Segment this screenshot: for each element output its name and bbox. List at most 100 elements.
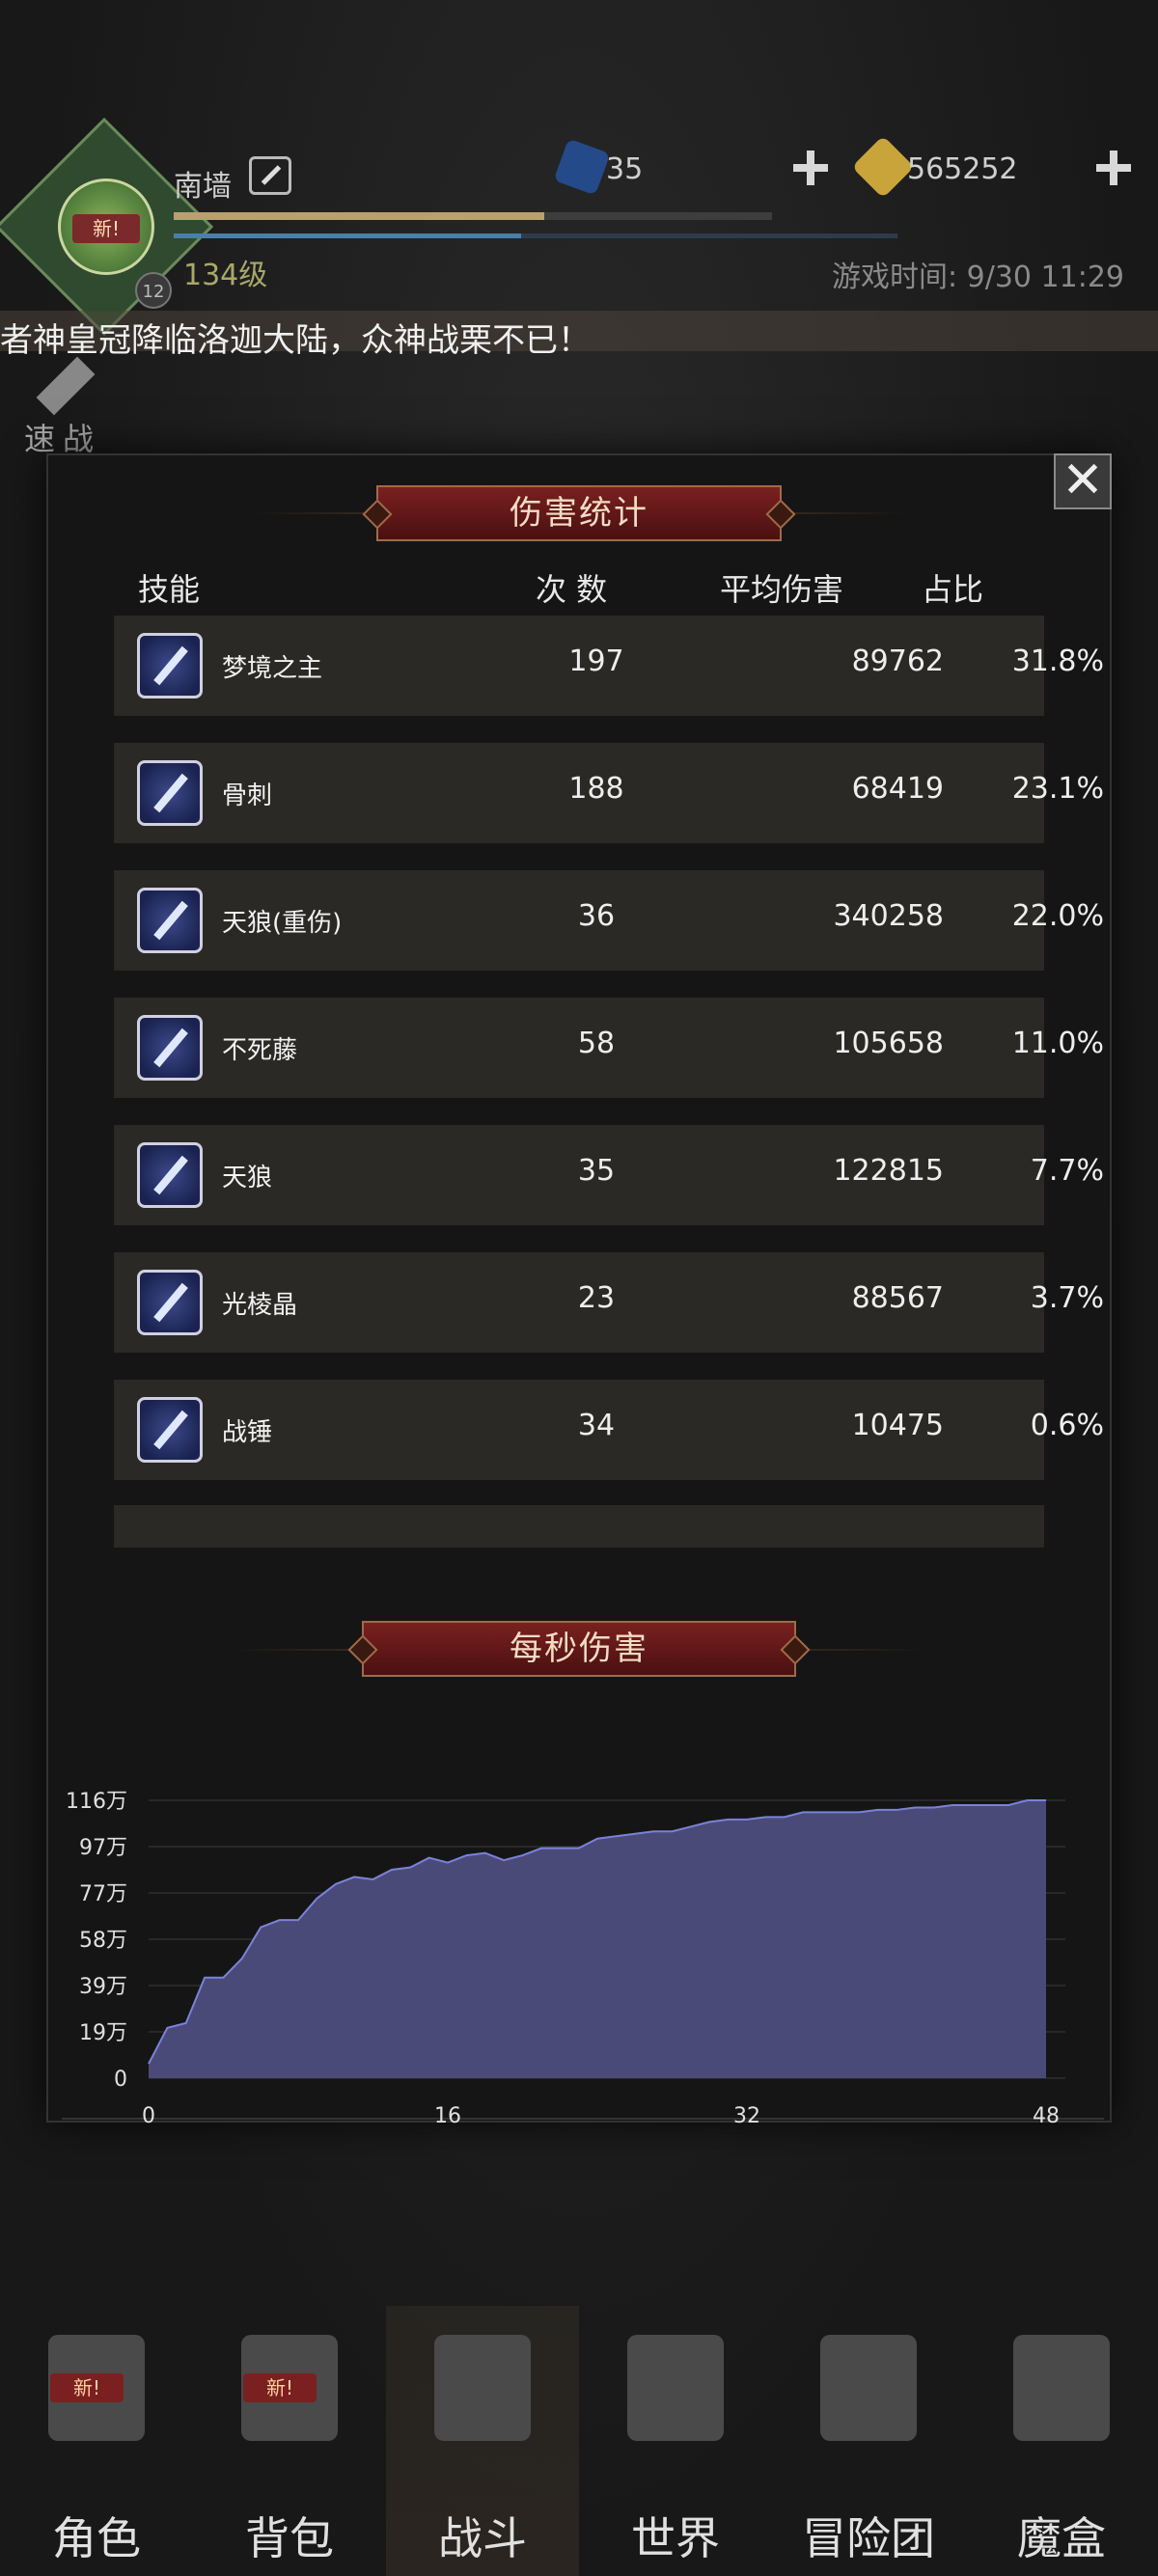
nav-label: 战斗	[438, 2512, 527, 2564]
skill-row-partial	[114, 1505, 1044, 1548]
player-name: 南墙	[174, 170, 232, 204]
nav-item-backpack[interactable]: 新! 背包	[193, 2306, 386, 2576]
column-header-skill: 技能	[138, 571, 201, 608]
crystal-icon	[137, 1270, 203, 1335]
x-tick-label: 48	[1033, 2104, 1060, 2128]
skill-row: 骨刺 188 68419 23.1%	[114, 743, 1104, 843]
gold-count: 565252	[907, 152, 1018, 186]
skill-name: 不死藤	[222, 1036, 298, 1065]
skill-row: 梦境之主 197 89762 31.8%	[114, 616, 1104, 716]
xp-bar-fill	[174, 212, 545, 220]
sword-icon	[137, 1397, 203, 1463]
nav-item-world[interactable]: 世界	[579, 2306, 772, 2576]
avatar-level-badge: 12	[135, 272, 172, 309]
dps-area	[149, 1800, 1046, 2078]
x-tick-label: 0	[142, 2104, 155, 2128]
player-level: 134级	[183, 259, 268, 292]
gem-count: 35	[606, 152, 644, 186]
player-header: 新! 12 南墙 134级 35 565252 游戏时间: 9/30 11:29…	[0, 0, 1158, 457]
column-header-pct: 占比	[922, 571, 984, 608]
skill-count: 23	[577, 1281, 616, 1315]
skill-name: 战锤	[222, 1418, 273, 1447]
shield-sword-icon	[434, 2335, 531, 2441]
y-tick-label: 19万	[79, 2021, 127, 2045]
skill-row: 不死藤 58 105658 11.0%	[114, 998, 1104, 1098]
skill-percent: 23.1%	[1011, 772, 1104, 806]
skill-percent: 22.0%	[1011, 899, 1104, 933]
skill-name: 光棱晶	[222, 1291, 298, 1320]
castle-icon	[820, 2335, 917, 2441]
vine-icon	[137, 1015, 203, 1081]
quick-battle-icon[interactable]	[29, 347, 116, 415]
map-icon	[627, 2335, 724, 2441]
x-tick-label: 32	[733, 2104, 760, 2128]
nav-label: 背包	[245, 2512, 334, 2564]
nav-item-character[interactable]: 新! 角色	[0, 2306, 193, 2576]
skill-avg-damage: 105658	[833, 1027, 944, 1060]
nav-item-battle[interactable]: 战斗	[386, 2306, 579, 2576]
skill-count: 188	[568, 772, 624, 806]
skill-row: 光棱晶 23 88567 3.7%	[114, 1252, 1104, 1353]
game-time: 游戏时间: 9/30 11:29	[831, 260, 1124, 294]
skill-row: 战锤 34 10475 0.6%	[114, 1380, 1104, 1480]
skill-row: 天狼(重伤) 36 340258 22.0%	[114, 870, 1104, 971]
skill-avg-damage: 89762	[851, 644, 944, 678]
skill-avg-damage: 88567	[851, 1281, 944, 1315]
add-gems-icon[interactable]	[793, 151, 828, 185]
sword-icon	[137, 760, 203, 826]
nav-label: 角色	[52, 2512, 141, 2564]
nav-label: 冒险团	[802, 2512, 935, 2564]
skill-row: 天狼 35 122815 7.7%	[114, 1125, 1104, 1225]
skill-name: 骨刺	[222, 781, 273, 810]
skill-percent: 11.0%	[1011, 1027, 1104, 1060]
fang-icon	[137, 1142, 203, 1208]
skill-avg-damage: 68419	[851, 772, 944, 806]
mp-bar	[174, 233, 897, 238]
cube-icon	[1013, 2335, 1110, 2441]
skill-name: 天狼	[222, 1164, 273, 1192]
y-tick-label: 77万	[79, 1882, 127, 1906]
skill-count: 36	[577, 899, 616, 933]
nav-label: 世界	[631, 2512, 720, 2564]
y-tick-label: 0	[114, 2068, 127, 2092]
skill-avg-damage: 122815	[833, 1154, 944, 1188]
edit-name-icon[interactable]	[249, 156, 291, 195]
skill-percent: 31.8%	[1011, 644, 1104, 678]
y-tick-label: 58万	[79, 1929, 127, 1953]
y-tick-label: 97万	[79, 1836, 127, 1860]
nav-new-badge: 新!	[50, 2373, 124, 2402]
nav-new-badge: 新!	[243, 2373, 317, 2402]
skill-name: 天狼(重伤)	[222, 909, 343, 938]
dps-title: 每秒伤害	[362, 1621, 796, 1677]
close-button[interactable]: ✕	[1054, 453, 1112, 509]
x-tick-label: 16	[434, 2104, 461, 2128]
column-header-avg: 平均伤害	[720, 571, 844, 608]
skill-avg-damage: 340258	[833, 899, 944, 933]
skill-percent: 7.7%	[1030, 1154, 1104, 1188]
skill-name: 梦境之主	[222, 654, 323, 683]
nav-item-magic-box[interactable]: 魔盒	[965, 2306, 1158, 2576]
y-tick-label: 116万	[66, 1790, 127, 1814]
dps-chart-svg: 0 19万 39万 58万 77万 97万 116万 0 16 32 48	[62, 1790, 1104, 2128]
nav-item-guild[interactable]: 冒险团	[772, 2306, 965, 2576]
sword-icon	[137, 633, 203, 699]
skill-count: 34	[577, 1409, 616, 1442]
skill-count: 58	[577, 1027, 616, 1060]
gold-icon	[851, 135, 915, 199]
skill-avg-damage: 10475	[851, 1409, 944, 1442]
gem-icon	[553, 138, 611, 196]
mp-bar-fill	[174, 233, 521, 238]
skill-percent: 3.7%	[1030, 1281, 1104, 1315]
avatar-new-badge: 新!	[72, 214, 140, 243]
damage-stats-title: 伤害统计	[376, 485, 782, 541]
y-tick-label: 39万	[79, 1975, 127, 1999]
add-gold-icon[interactable]	[1096, 151, 1131, 185]
xp-bar	[174, 212, 772, 220]
sword-icon	[137, 888, 203, 953]
dps-chart: 0 19万 39万 58万 77万 97万 116万 0 16 32 48	[46, 1766, 1112, 2151]
skill-count: 197	[568, 644, 624, 678]
column-header-count: 次 数	[536, 571, 608, 608]
skill-count: 35	[577, 1154, 616, 1188]
bottom-nav: 新! 角色 新! 背包 战斗 世界 冒险团 魔盒	[0, 2306, 1158, 2576]
nav-label: 魔盒	[1017, 2512, 1106, 2564]
